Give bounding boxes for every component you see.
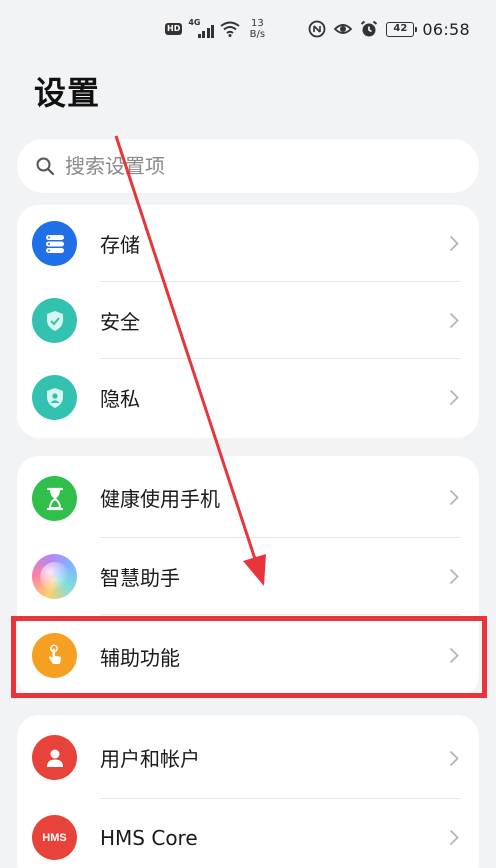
hms-core-icon: HMS bbox=[32, 815, 77, 860]
chevron-right-icon bbox=[449, 829, 459, 846]
settings-item-label: 辅助功能 bbox=[100, 645, 180, 670]
settings-item-label: 用户和帐户 bbox=[100, 746, 200, 771]
status-bar: HD 4G 13 B/s 42 06:58 bbox=[0, 0, 496, 58]
alarm-icon bbox=[361, 20, 378, 37]
settings-item-label: 安全 bbox=[100, 310, 140, 334]
chevron-right-icon bbox=[449, 750, 459, 767]
settings-item-storage[interactable]: 存储 bbox=[17, 205, 479, 282]
privacy-icon bbox=[32, 375, 77, 420]
chevron-right-icon bbox=[449, 489, 459, 506]
search-bar[interactable] bbox=[17, 139, 479, 193]
settings-item-digital-balance[interactable]: 健康使用手机 bbox=[17, 456, 479, 538]
settings-group-2: 健康使用手机 智慧助手 辅助功能 bbox=[17, 456, 479, 697]
settings-group-1: 存储 安全 隐私 bbox=[17, 205, 479, 438]
chevron-right-icon bbox=[449, 389, 459, 406]
wifi-icon bbox=[220, 21, 240, 37]
settings-item-accessibility[interactable]: 辅助功能 bbox=[17, 615, 479, 697]
settings-item-label: 隐私 bbox=[100, 387, 140, 411]
hourglass-icon bbox=[32, 476, 77, 521]
chevron-right-icon bbox=[449, 568, 459, 585]
battery-icon: 42 bbox=[386, 21, 418, 37]
search-input[interactable] bbox=[65, 154, 445, 178]
hms-icon-text: HMS bbox=[42, 831, 67, 844]
settings-item-hms-core[interactable]: HMS HMS Core bbox=[17, 799, 479, 868]
user-icon bbox=[32, 735, 77, 780]
settings-item-label: 健康使用手机 bbox=[100, 486, 220, 511]
settings-item-label: 智慧助手 bbox=[100, 566, 180, 590]
search-icon bbox=[36, 157, 55, 176]
chevron-right-icon bbox=[449, 312, 459, 329]
hd-badge: HD bbox=[165, 23, 183, 35]
settings-item-label: HMS Core bbox=[100, 826, 198, 850]
settings-item-label: 存储 bbox=[100, 233, 140, 257]
chevron-right-icon bbox=[449, 647, 459, 664]
settings-item-users-accounts[interactable]: 用户和帐户 bbox=[17, 715, 479, 799]
settings-item-smart-assistant[interactable]: 智慧助手 bbox=[17, 538, 479, 615]
assistant-icon bbox=[32, 554, 77, 599]
settings-item-security[interactable]: 安全 bbox=[17, 282, 479, 359]
accessibility-hand-icon bbox=[32, 633, 77, 678]
nfc-icon bbox=[308, 20, 326, 38]
shield-check-icon bbox=[32, 298, 77, 343]
eye-icon bbox=[334, 24, 353, 34]
storage-icon bbox=[32, 221, 77, 266]
cellular-signal-icon: 4G bbox=[188, 18, 215, 38]
chevron-right-icon bbox=[449, 235, 459, 252]
net-speed: 13 B/s bbox=[249, 18, 266, 40]
page-title: 设置 bbox=[34, 74, 101, 112]
settings-group-3: 用户和帐户 HMS HMS Core bbox=[17, 715, 479, 868]
clock: 06:58 bbox=[422, 19, 470, 39]
settings-item-privacy[interactable]: 隐私 bbox=[17, 359, 479, 436]
